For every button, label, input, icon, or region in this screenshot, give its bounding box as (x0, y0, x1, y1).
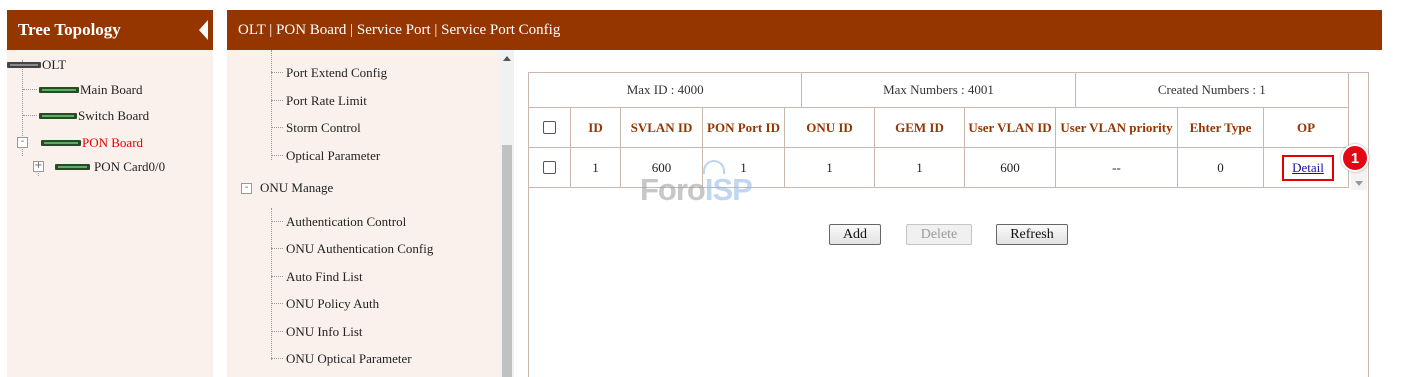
board-device-icon (39, 87, 79, 93)
tree-body: OLT Main Board Switch Board - PON Board … (7, 50, 213, 377)
step-number-badge: 1 (1341, 144, 1369, 172)
menu-item-onu-optical-parameter[interactable]: ONU Optical Parameter (286, 351, 412, 367)
tree-node-switch-board[interactable]: Switch Board (39, 108, 149, 124)
add-button[interactable]: Add (829, 224, 881, 245)
menu-item-onu-authentication-config[interactable]: ONU Authentication Config (286, 241, 433, 257)
row-checkbox[interactable] (543, 161, 556, 174)
menu-item-storm-control[interactable]: Storm Control (286, 120, 361, 136)
menu-item-authentication-control[interactable]: Authentication Control (286, 214, 406, 230)
delete-button[interactable]: Delete (906, 224, 972, 245)
main-panel: OLT | PON Board | Service Port | Service… (227, 10, 1382, 377)
tree-node-olt[interactable]: OLT (7, 57, 66, 73)
col-ether-type: Ehter Type (1178, 108, 1264, 147)
collapse-left-arrow-icon[interactable] (197, 10, 210, 50)
cell-gem-id: 1 (875, 148, 965, 187)
table-header-row: ID SVLAN ID PON Port ID ONU ID GEM ID Us… (529, 108, 1349, 148)
scroll-thumb[interactable] (502, 145, 512, 377)
col-onu-id: ONU ID (785, 108, 875, 147)
cell-op: Detail (1264, 148, 1349, 187)
row-select-cell (529, 148, 571, 187)
breadcrumb: OLT | PON Board | Service Port | Service… (227, 10, 1382, 50)
cell-ether-type: 0 (1178, 148, 1264, 187)
board-device-icon (39, 113, 77, 119)
col-gem-id: GEM ID (875, 108, 965, 147)
collapse-minus-icon[interactable]: - (17, 137, 28, 148)
menu-item-port-extend-config[interactable]: Port Extend Config (286, 65, 387, 81)
detail-link[interactable]: Detail (1292, 160, 1324, 175)
watermark-logo: ForoISP (640, 172, 753, 207)
tree-topology-title: Tree Topology (18, 20, 121, 39)
detail-highlight: Detail (1282, 154, 1334, 181)
scroll-down-arrow-icon[interactable] (1355, 181, 1363, 186)
menu-item-onu-info-list[interactable]: ONU Info List (286, 324, 363, 340)
cell-user-vlan-priority: -- (1056, 148, 1178, 187)
menu-group-onu-manage[interactable]: - ONU Manage (241, 180, 333, 196)
select-all-checkbox[interactable] (543, 121, 556, 134)
tree-node-pon-card[interactable]: PON Card0/0 (55, 159, 165, 175)
card-device-icon (55, 164, 90, 170)
tree-node-main-board[interactable]: Main Board (39, 82, 142, 98)
menu-scrollbar[interactable] (500, 50, 514, 377)
col-id: ID (571, 108, 621, 147)
created-numbers-stat: Created Numbers : 1 (1076, 73, 1349, 107)
olt-device-icon (7, 62, 41, 68)
action-buttons: Add Delete Refresh (529, 224, 1349, 246)
menu-item-optical-parameter[interactable]: Optical Parameter (286, 148, 380, 164)
menu-item-port-rate-limit[interactable]: Port Rate Limit (286, 93, 367, 109)
board-device-icon (41, 140, 81, 146)
cell-id: 1 (571, 148, 621, 187)
stats-row: Max ID : 4000 Max Numbers : 4001 Created… (529, 73, 1349, 108)
tree-topology-panel: Tree Topology OLT Main Board Switch Boar… (7, 10, 213, 377)
max-numbers-stat: Max Numbers : 4001 (802, 73, 1076, 107)
tree-node-pon-board[interactable]: PON Board (41, 135, 143, 151)
expand-plus-icon[interactable]: + (33, 161, 44, 172)
tree-topology-header: Tree Topology (7, 10, 213, 50)
cell-user-vlan-id: 600 (965, 148, 1056, 187)
function-menu: Port Extend Config Port Rate Limit Storm… (227, 50, 514, 377)
menu-item-onu-policy-auth[interactable]: ONU Policy Auth (286, 296, 379, 312)
cell-onu-id: 1 (785, 148, 875, 187)
col-user-vlan-priority: User VLAN priority (1056, 108, 1178, 147)
col-user-vlan-id: User VLAN ID (965, 108, 1056, 147)
collapse-minus-icon[interactable]: - (241, 182, 252, 194)
col-op: OP (1264, 108, 1349, 147)
menu-item-auto-find-list[interactable]: Auto Find List (286, 269, 363, 285)
refresh-button[interactable]: Refresh (996, 224, 1068, 245)
service-port-content: Max ID : 4000 Max Numbers : 4001 Created… (528, 72, 1369, 377)
col-pon-port-id: PON Port ID (703, 108, 785, 147)
scroll-up-arrow-icon[interactable] (503, 56, 511, 61)
select-all-cell (529, 108, 571, 147)
col-svlan-id: SVLAN ID (621, 108, 703, 147)
max-id-stat: Max ID : 4000 (529, 73, 803, 107)
